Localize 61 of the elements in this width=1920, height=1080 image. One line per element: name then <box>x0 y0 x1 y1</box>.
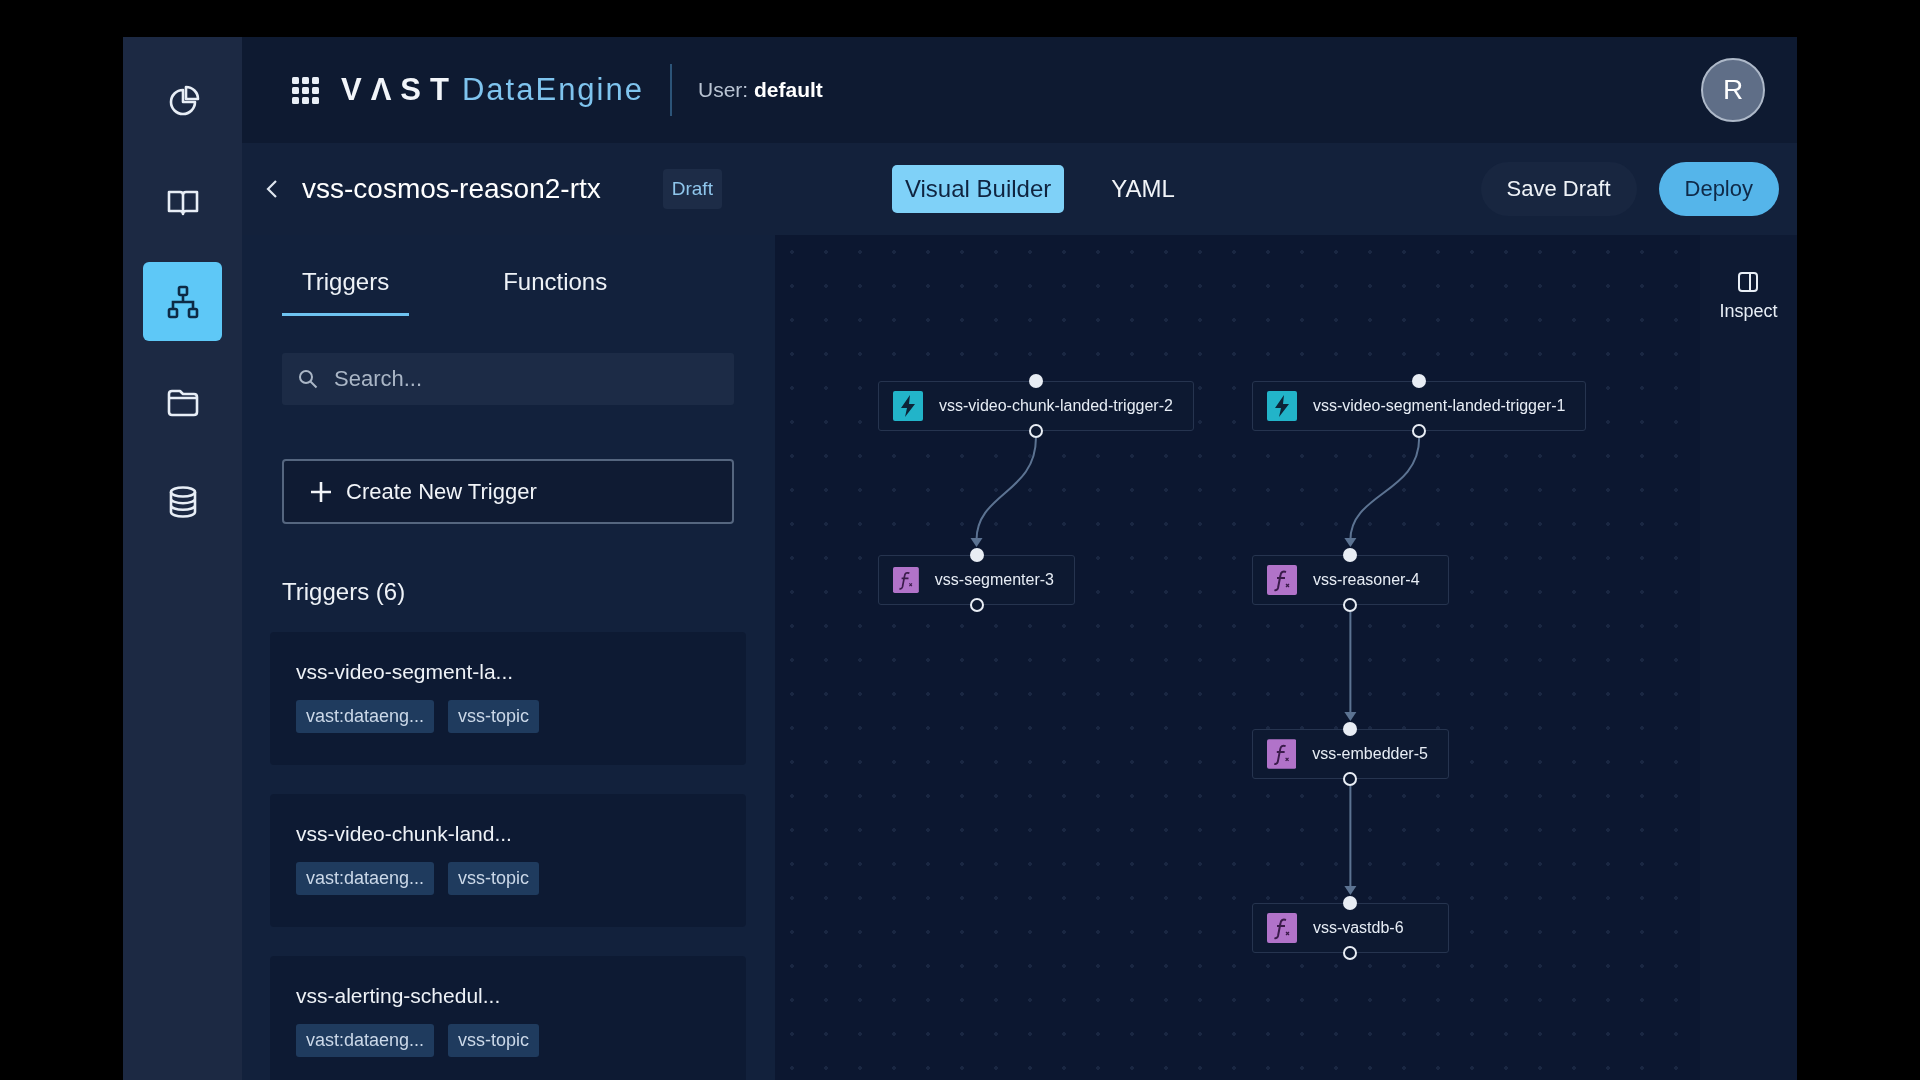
node-label: vss-reasoner-4 <box>1312 571 1420 589</box>
output-port[interactable] <box>1343 772 1358 786</box>
tag: vast:dataeng... <box>296 862 435 895</box>
tag: vast:dataeng... <box>296 1024 435 1057</box>
output-port[interactable] <box>1343 946 1358 960</box>
node-label: vss-embedder-5 <box>1312 745 1428 763</box>
input-port[interactable] <box>1343 548 1358 562</box>
function-icon <box>1266 739 1297 769</box>
trigger-node[interactable]: vss-video-chunk-landed-trigger-2 <box>878 381 1194 431</box>
pipeline-title: vss-cosmos-reason2-rtx <box>302 173 601 205</box>
tag: vss-topic <box>448 700 540 733</box>
back-chevron-icon[interactable] <box>266 179 278 199</box>
list-heading: Triggers (6) <box>282 578 407 606</box>
input-port[interactable] <box>969 548 984 562</box>
input-port[interactable] <box>1412 374 1427 388</box>
trigger-card[interactable]: vss-video-segment-la... vast:dataeng... vss-topic <box>270 632 746 765</box>
create-trigger-button[interactable]: Create New Trigger <box>282 459 734 524</box>
status-badge: Draft <box>662 169 722 209</box>
panel-tab[interactable]: Triggers <box>282 260 410 316</box>
output-port[interactable] <box>1412 424 1427 438</box>
side-panel-icon <box>1737 271 1760 293</box>
function-node[interactable]: vss-embedder-5 <box>1251 729 1449 779</box>
panel-tab[interactable]: Functions <box>483 260 628 316</box>
trigger-name: vss-video-segment-la... <box>296 660 515 684</box>
inspect-button[interactable]: Inspect <box>1719 271 1778 322</box>
output-port[interactable] <box>1343 598 1358 612</box>
input-port[interactable] <box>1343 722 1358 736</box>
trigger-card[interactable]: vss-alerting-schedul... vast:dataeng... vss-topic <box>270 956 746 1080</box>
search-field[interactable]: Search... <box>282 353 734 405</box>
apps-grid-icon[interactable] <box>292 76 319 104</box>
view-tab[interactable]: Visual Builder <box>891 165 1065 213</box>
function-icon <box>893 565 919 595</box>
input-port[interactable] <box>1343 896 1358 910</box>
node-label: vss-segmenter-3 <box>934 571 1054 589</box>
tag: vast:dataeng... <box>296 700 435 733</box>
input-port[interactable] <box>1028 374 1043 388</box>
function-icon <box>1266 565 1297 595</box>
trigger-name: vss-video-chunk-land... <box>296 822 513 846</box>
function-node[interactable]: vss-reasoner-4 <box>1251 555 1449 605</box>
tag: vss-topic <box>448 1024 540 1057</box>
logo-mark: VΛST <box>341 72 458 108</box>
lightning-icon <box>893 391 923 421</box>
node-label: vss-video-segment-landed-trigger-1 <box>1312 397 1566 415</box>
function-icon <box>1266 913 1297 943</box>
trigger-node[interactable]: vss-video-segment-landed-trigger-1 <box>1251 381 1587 431</box>
nav-button[interactable] <box>143 262 222 341</box>
trigger-card[interactable]: vss-video-chunk-land... vast:dataeng... vss-topic <box>270 794 746 927</box>
node-label: vss-vastdb-6 <box>1312 919 1404 937</box>
trigger-name: vss-alerting-schedul... <box>296 984 502 1008</box>
plus-icon <box>310 480 332 503</box>
user-avatar[interactable]: R <box>1701 58 1765 122</box>
logo-product-name: DataEngine <box>461 72 644 108</box>
node-label: vss-video-chunk-landed-trigger-2 <box>939 397 1173 415</box>
deploy-button[interactable]: Deploy <box>1658 162 1779 216</box>
tag: vss-topic <box>448 862 540 895</box>
user-label: User: default <box>698 78 823 102</box>
lightning-icon <box>1266 391 1297 421</box>
function-node[interactable]: vss-segmenter-3 <box>878 555 1075 605</box>
save-draft-button[interactable]: Save Draft <box>1480 162 1637 216</box>
function-node[interactable]: vss-vastdb-6 <box>1251 903 1449 953</box>
view-tab[interactable]: YAML <box>1098 165 1188 213</box>
